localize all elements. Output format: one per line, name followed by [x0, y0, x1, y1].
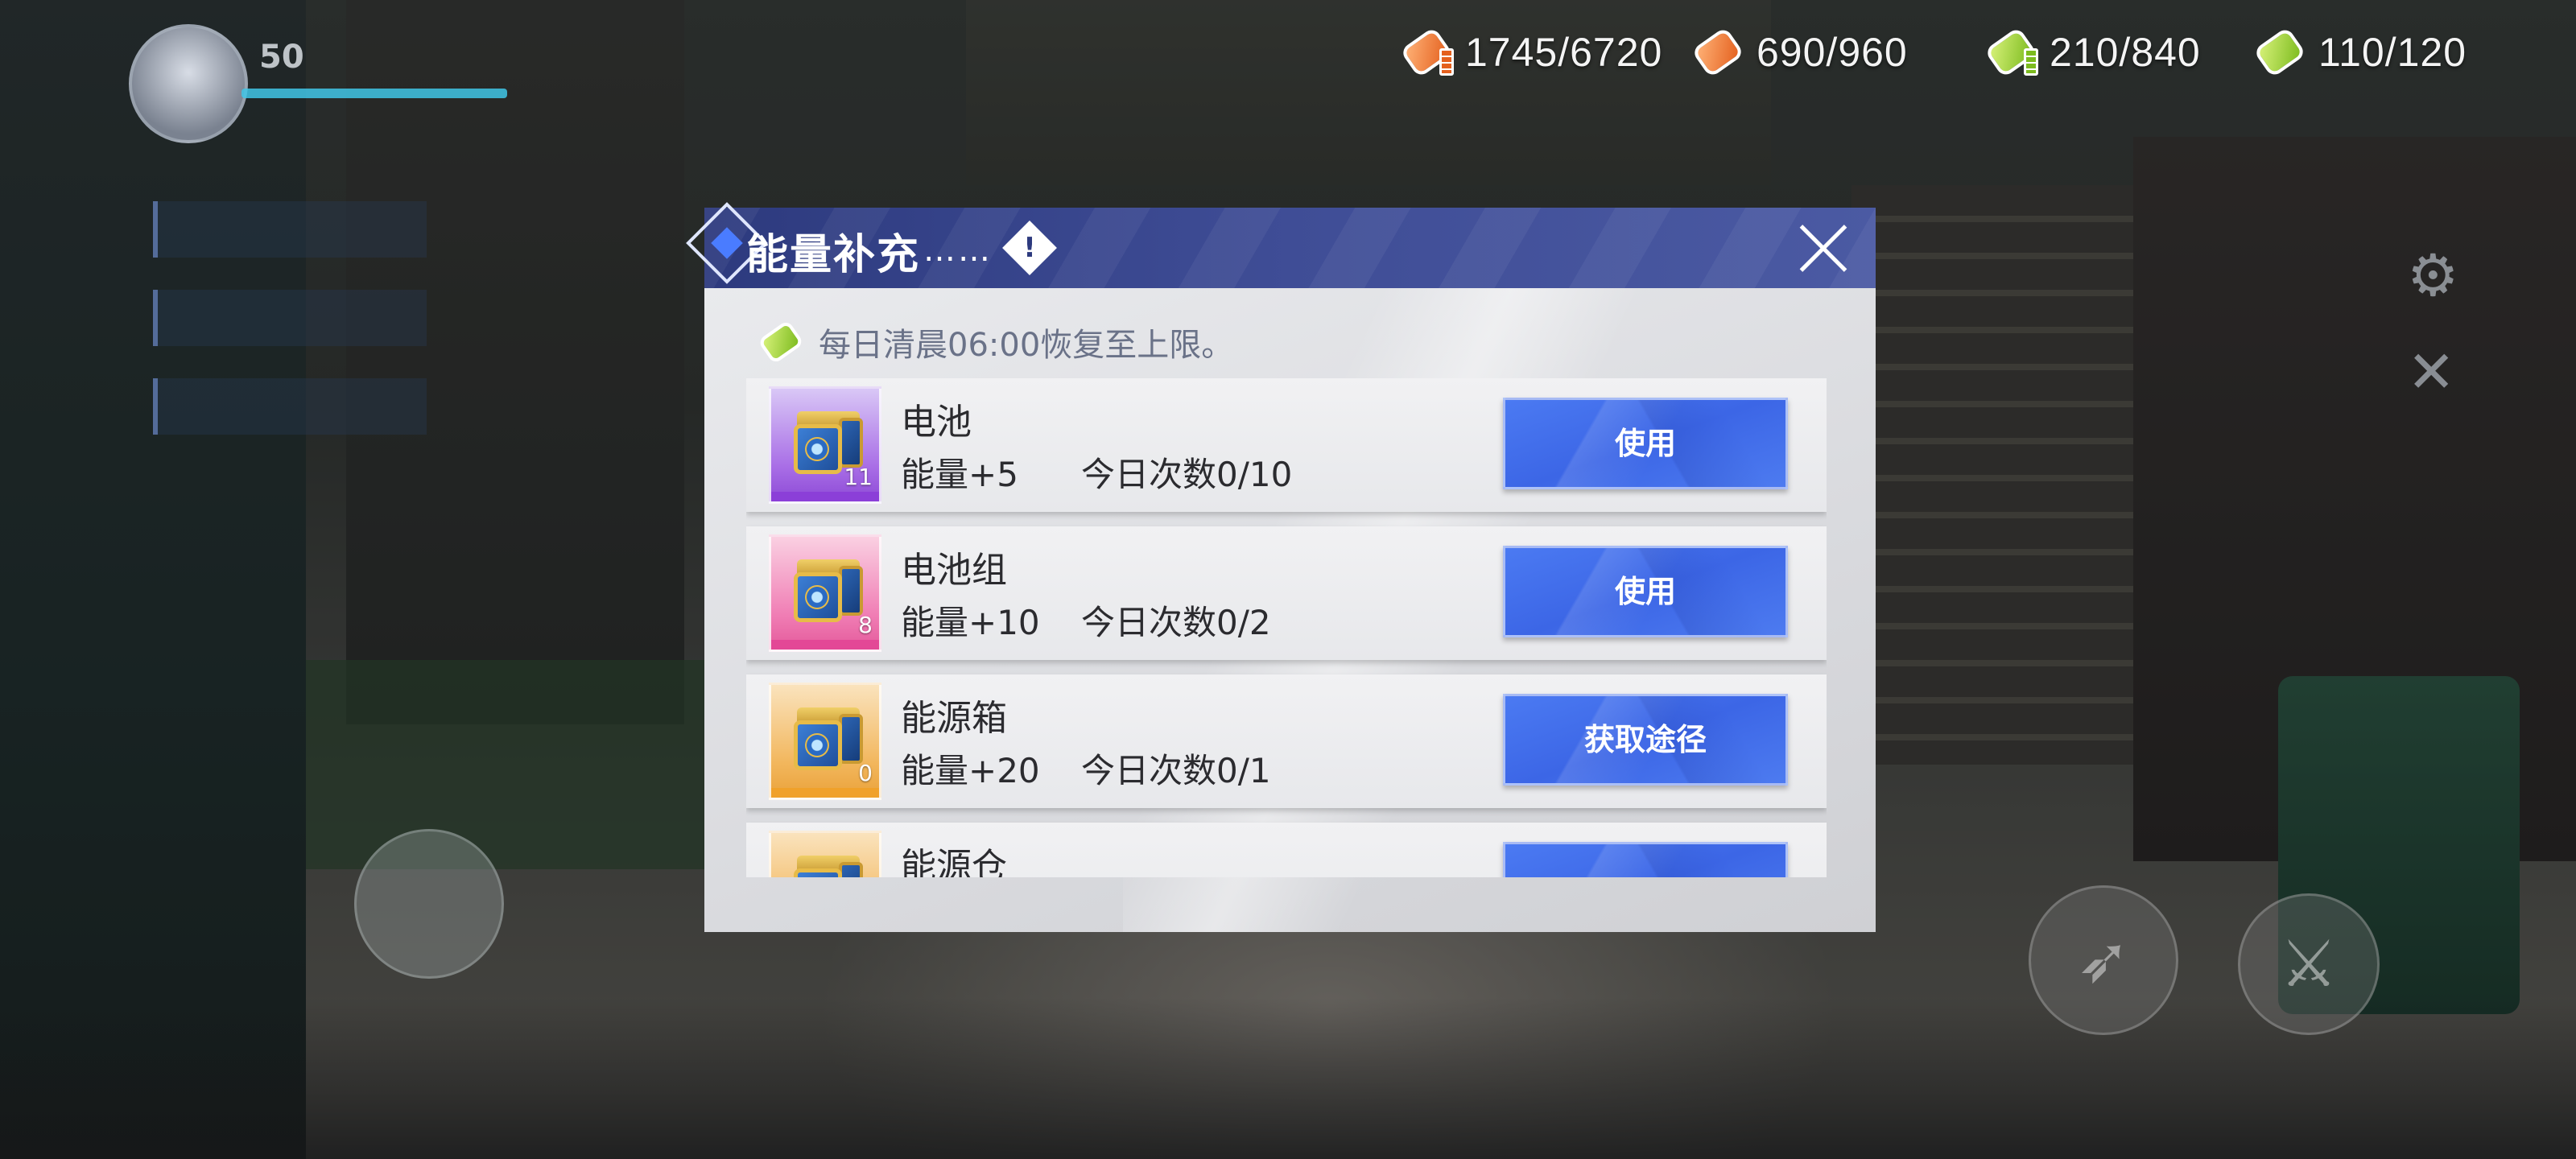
item-name: 能源仓	[901, 846, 1007, 877]
use-button[interactable]: 使用	[1503, 546, 1788, 637]
battery-pack-item-thumbnail[interactable]: 8	[769, 534, 881, 652]
item-daily-usage: 今日次数0/2	[1081, 603, 1271, 642]
item-effect: 能量+20	[901, 751, 1040, 790]
energy-cabin-item-thumbnail[interactable]	[769, 831, 881, 877]
attack-action-button[interactable]: ⚔	[2238, 893, 2380, 1035]
energy-box-icon	[787, 706, 865, 775]
dodge-action-button[interactable]: ➶	[2029, 885, 2178, 1035]
list-item-battery-pack: 8 电池组 能量+10 今日次数0/2 使用	[746, 526, 1827, 660]
list-item-battery: 11 电池 能量+5 今日次数0/10 使用	[746, 378, 1827, 512]
player-level: 50	[259, 39, 304, 76]
item-name: 能源箱	[901, 698, 1007, 739]
menu-side-icon[interactable]: ⚙	[2407, 241, 2459, 309]
list-item-energy-cabin: 能源仓	[746, 823, 1827, 877]
item-effect: 能量+5	[901, 455, 1018, 494]
info-icon[interactable]: !	[1002, 221, 1057, 275]
currency-green-energy[interactable]: 210/840	[1984, 24, 2201, 80]
quest-entry[interactable]	[153, 201, 427, 258]
energy-cabin-box-icon	[787, 854, 865, 877]
currency-value: 210/840	[2050, 30, 2201, 75]
battery-item-thumbnail[interactable]: 11	[769, 386, 881, 504]
item-action-button[interactable]	[1503, 842, 1788, 877]
orange-capsule-icon	[1690, 26, 1745, 79]
quest-entry[interactable]	[153, 290, 427, 346]
acquire-route-button[interactable]: 获取途径	[1503, 694, 1788, 786]
energy-refill-dialog: 能量补充 …… ! 每日清晨06:00恢复至上限。 11 电池 能量+5 今日次…	[686, 202, 1876, 932]
battery-pack-box-icon	[787, 558, 865, 627]
item-name: 电池组	[901, 550, 1007, 591]
energy-item-list[interactable]: 11 电池 能量+5 今日次数0/10 使用 8 电池组 能量+10 今日次数0…	[746, 378, 1827, 877]
quest-entry[interactable]	[153, 378, 427, 435]
item-daily-usage: 今日次数0/1	[1081, 751, 1271, 790]
dialog-title-dots: ……	[923, 232, 993, 269]
orange-energy-capsule-icon	[1399, 26, 1454, 79]
currency-orange[interactable]: 690/960	[1690, 24, 1908, 80]
item-count: 11	[844, 464, 873, 490]
reset-notice-text: 每日清晨06:00恢复至上限。	[819, 327, 1234, 364]
energy-box-item-thumbnail[interactable]: 0	[769, 683, 881, 800]
use-button-label: 使用	[1614, 574, 1676, 609]
item-count: 8	[858, 612, 873, 638]
reset-notice: 每日清晨06:00恢复至上限。	[757, 319, 1234, 365]
use-button-label: 使用	[1614, 426, 1676, 461]
movement-joystick[interactable]	[354, 829, 504, 979]
green-capsule-icon	[757, 320, 805, 365]
quest-tracker	[153, 201, 427, 467]
currency-value: 690/960	[1757, 30, 1908, 75]
player-avatar[interactable]	[129, 24, 248, 143]
use-button[interactable]: 使用	[1503, 398, 1788, 489]
item-daily-usage: 今日次数0/10	[1081, 455, 1293, 494]
currency-energy-total[interactable]: 1745/6720	[1399, 24, 1663, 80]
currency-value: 1745/6720	[1465, 30, 1663, 75]
player-hp-bar	[242, 89, 507, 98]
list-item-energy-box: 0 能源箱 能量+20 今日次数0/1 获取途径	[746, 674, 1827, 808]
dialog-title: 能量补充	[746, 231, 921, 279]
green-capsule-icon	[2252, 26, 2307, 79]
info-icon-glyph: !	[1023, 232, 1036, 264]
item-effect: 能量+10	[901, 603, 1040, 642]
dialog-body: 每日清晨06:00恢复至上限。 11 电池 能量+5 今日次数0/10 使用 8…	[704, 288, 1876, 932]
green-energy-capsule-icon	[1984, 26, 2038, 79]
close-icon[interactable]	[1795, 221, 1852, 277]
currency-green[interactable]: 110/120	[2252, 24, 2467, 80]
item-count: 0	[858, 760, 873, 786]
battle-side-icon[interactable]: ✕	[2407, 338, 2455, 406]
acquire-route-button-label: 获取途径	[1583, 722, 1707, 757]
currency-value: 110/120	[2318, 30, 2467, 75]
item-name: 电池	[901, 402, 972, 443]
